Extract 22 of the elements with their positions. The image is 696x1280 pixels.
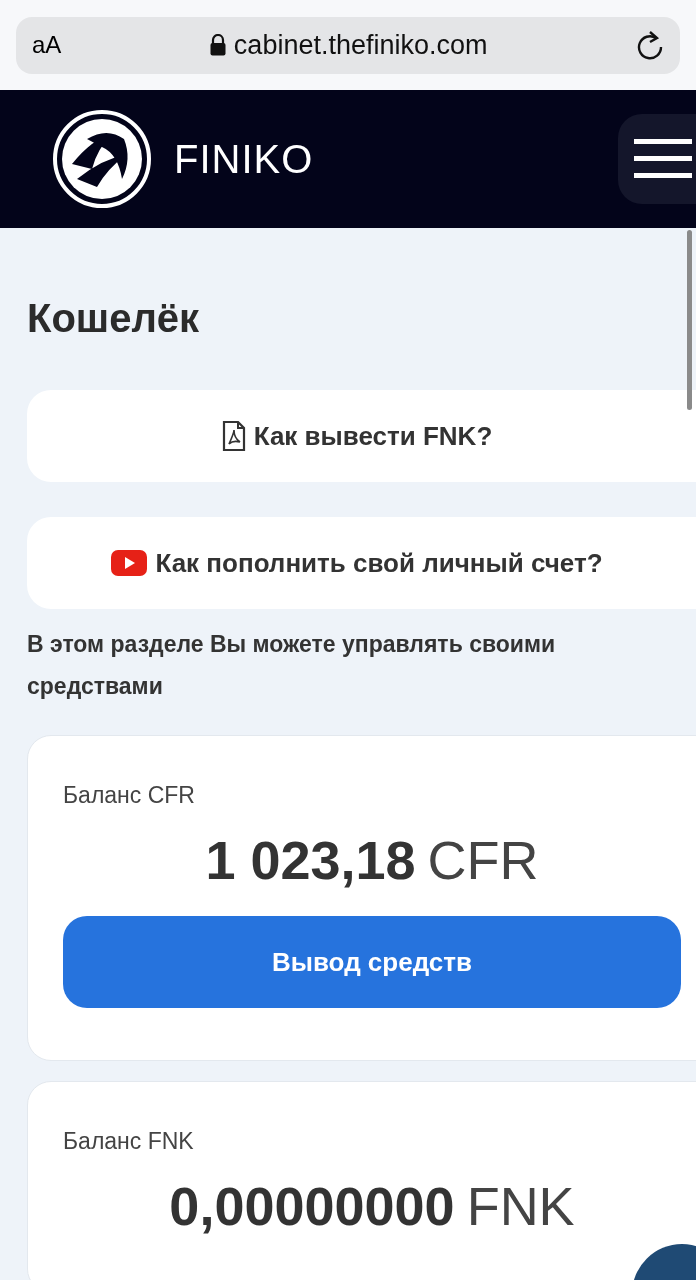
balance-amount: 0,00000000: [169, 1174, 455, 1238]
menu-icon: [634, 139, 692, 179]
balance-amount: 1 023,18: [205, 828, 416, 892]
description-text: В этом разделе Вы можете управлять своими средствами: [27, 630, 557, 701]
address-bar[interactable]: aA cabinet.thefiniko.com: [16, 16, 680, 74]
menu-button[interactable]: [618, 114, 696, 204]
currency-code: FNK: [466, 1174, 575, 1238]
guide-link[interactable]: Как вывести FNK?: [27, 390, 696, 482]
balance-label: Баланс CFR: [63, 781, 196, 810]
url-text: cabinet.thefiniko.com: [233, 28, 488, 62]
guide-link[interactable]: Как пополнить свой личный счет?: [27, 517, 696, 609]
lock-icon: [209, 34, 226, 56]
balance-label: Баланс FNK: [63, 1127, 195, 1156]
reload-icon[interactable]: [636, 30, 664, 60]
withdraw-button[interactable]: Вывод средств: [63, 916, 681, 1008]
text-size-button[interactable]: aA: [32, 27, 62, 63]
page-title: Кошелёк: [27, 298, 201, 338]
pdf-file-icon: [221, 421, 246, 451]
brand-name: FINIKO: [174, 136, 314, 183]
logo-icon: [52, 109, 152, 209]
currency-code: CFR: [427, 828, 539, 892]
video-play-icon: [111, 550, 148, 576]
